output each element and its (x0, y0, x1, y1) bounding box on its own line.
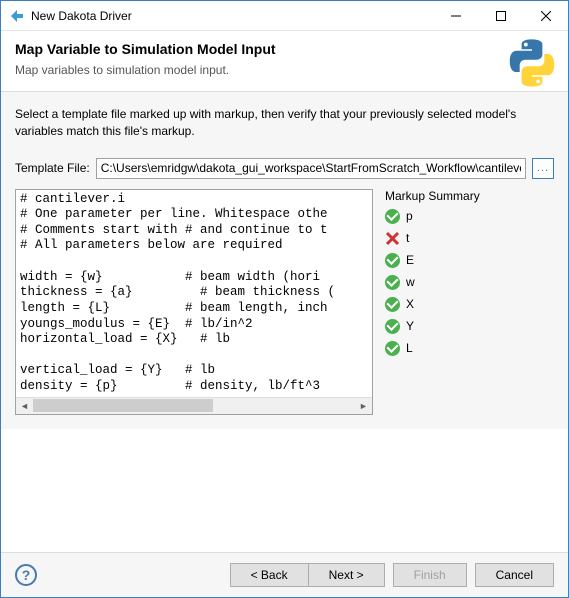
maximize-button[interactable] (478, 1, 523, 30)
help-button[interactable]: ? (15, 564, 37, 586)
markup-item: L (385, 341, 552, 356)
markup-item: t (385, 231, 552, 246)
template-file-label: Template File: (15, 161, 90, 175)
markup-item-label: w (406, 275, 415, 289)
check-icon (385, 253, 400, 268)
markup-item: p (385, 209, 552, 224)
titlebar: New Dakota Driver (1, 1, 568, 31)
python-icon (506, 37, 558, 89)
markup-item: X (385, 297, 552, 312)
markup-summary-title: Markup Summary (383, 189, 554, 203)
close-button[interactable] (523, 1, 568, 30)
markup-item: Y (385, 319, 552, 334)
markup-item-label: X (406, 297, 414, 311)
markup-item-label: L (406, 341, 413, 355)
next-button[interactable]: Next > (308, 563, 385, 587)
markup-item: w (385, 275, 552, 290)
markup-item-label: Y (406, 319, 414, 333)
wizard-header: Map Variable to Simulation Model Input M… (1, 31, 568, 92)
scroll-thumb[interactable] (33, 399, 213, 412)
cancel-button[interactable]: Cancel (475, 563, 554, 587)
check-icon (385, 297, 400, 312)
code-preview-text: # cantilever.i # One parameter per line.… (16, 190, 372, 397)
markup-list: ptEwXYL (383, 207, 554, 358)
scroll-left-arrow[interactable]: ◄ (16, 397, 33, 414)
check-icon (385, 341, 400, 356)
markup-summary-panel: Markup Summary ptEwXYL (383, 189, 554, 415)
horizontal-scrollbar[interactable]: ◄ ► (16, 397, 372, 414)
finish-button: Finish (393, 563, 467, 587)
code-preview-panel: # cantilever.i # One parameter per line.… (15, 189, 373, 415)
template-file-row: Template File: ... (15, 158, 554, 179)
minimize-button[interactable] (433, 1, 478, 30)
page-subtitle: Map variables to simulation model input. (15, 63, 554, 77)
markup-item-label: p (406, 209, 413, 223)
markup-item-label: t (406, 231, 409, 245)
page-title: Map Variable to Simulation Model Input (15, 41, 554, 57)
browse-button[interactable]: ... (532, 158, 554, 179)
error-icon (385, 231, 400, 246)
wizard-content: Select a template file marked up with ma… (1, 92, 568, 429)
markup-item-label: E (406, 253, 414, 267)
check-icon (385, 275, 400, 290)
scroll-right-arrow[interactable]: ► (355, 397, 372, 414)
instructions-text: Select a template file marked up with ma… (15, 106, 554, 140)
markup-item: E (385, 253, 552, 268)
back-button[interactable]: < Back (230, 563, 308, 587)
check-icon (385, 209, 400, 224)
wizard-footer: ? < Back Next > Finish Cancel (1, 552, 568, 597)
window-title: New Dakota Driver (31, 9, 433, 23)
app-icon (9, 8, 25, 24)
check-icon (385, 319, 400, 334)
template-file-input[interactable] (96, 158, 526, 179)
